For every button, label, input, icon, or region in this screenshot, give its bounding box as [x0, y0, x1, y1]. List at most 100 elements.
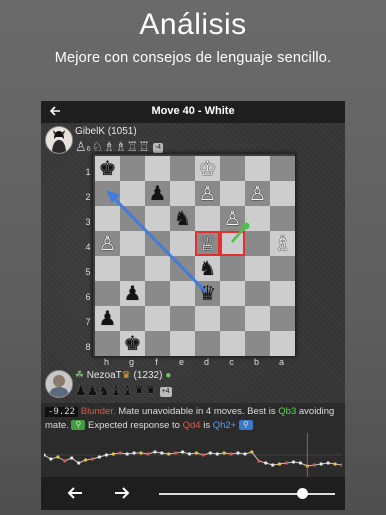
- board-square[interactable]: [95, 256, 120, 281]
- eval-point[interactable]: [187, 452, 192, 456]
- board-square[interactable]: [145, 256, 170, 281]
- eval-point[interactable]: [111, 452, 115, 456]
- board-square[interactable]: [270, 331, 295, 356]
- board-square[interactable]: [95, 181, 120, 206]
- eval-point[interactable]: [56, 455, 60, 459]
- white-pawn-icon[interactable]: ♙: [195, 181, 220, 206]
- black-knight-icon[interactable]: ♞: [195, 256, 220, 281]
- board-square[interactable]: [145, 231, 170, 256]
- eval-point[interactable]: [63, 459, 67, 463]
- eval-point[interactable]: [104, 453, 108, 457]
- black-pawn-icon[interactable]: ♟: [145, 181, 170, 206]
- eval-point[interactable]: [222, 451, 226, 455]
- eval-point[interactable]: [146, 452, 150, 456]
- eval-point[interactable]: [326, 461, 330, 465]
- board-square[interactable]: [145, 206, 170, 231]
- eval-point[interactable]: [167, 452, 171, 456]
- eval-point[interactable]: [291, 460, 296, 464]
- eval-point[interactable]: [118, 451, 122, 455]
- played-move[interactable]: Qd4: [183, 420, 201, 431]
- board-square[interactable]: [220, 156, 245, 181]
- evaluation-graph[interactable]: [44, 433, 342, 477]
- eval-point[interactable]: [194, 451, 199, 455]
- eval-point[interactable]: [139, 451, 143, 455]
- white-queen-icon[interactable]: ♕: [195, 231, 220, 256]
- board-square[interactable]: [120, 206, 145, 231]
- board-square[interactable]: [170, 256, 195, 281]
- board-square[interactable]: [170, 331, 195, 356]
- eval-point[interactable]: [215, 452, 219, 456]
- board-square[interactable]: [145, 306, 170, 331]
- black-queen-icon[interactable]: ♛: [195, 281, 220, 306]
- black-pawn-icon[interactable]: ♟: [120, 281, 145, 306]
- black-pawn-icon[interactable]: ♟: [95, 306, 120, 331]
- board-square[interactable]: [145, 156, 170, 181]
- eval-point[interactable]: [49, 457, 53, 461]
- eval-point[interactable]: [250, 450, 254, 454]
- eval-point[interactable]: [333, 462, 337, 466]
- board-square[interactable]: [245, 331, 270, 356]
- response-move[interactable]: Qh2+: [213, 420, 237, 431]
- eval-point[interactable]: [70, 456, 74, 460]
- board-square[interactable]: [245, 256, 270, 281]
- eval-point[interactable]: [208, 451, 212, 455]
- board-square[interactable]: [145, 331, 170, 356]
- board-square[interactable]: [220, 306, 245, 331]
- white-pawn-icon[interactable]: ♙: [220, 206, 245, 231]
- search-icon[interactable]: ⚲: [71, 420, 86, 431]
- board-square[interactable]: [220, 331, 245, 356]
- board-square[interactable]: [95, 331, 120, 356]
- eval-point[interactable]: [125, 452, 129, 456]
- arrow-right-icon[interactable]: [113, 485, 131, 501]
- eval-point[interactable]: [90, 457, 95, 461]
- board-square[interactable]: [220, 281, 245, 306]
- eval-point[interactable]: [97, 455, 101, 459]
- board-square[interactable]: [270, 256, 295, 281]
- eval-point[interactable]: [153, 450, 157, 454]
- eval-point[interactable]: [84, 458, 88, 462]
- eval-point[interactable]: [278, 462, 282, 466]
- slider-handle[interactable]: [297, 488, 308, 499]
- eval-point[interactable]: [243, 452, 247, 456]
- eval-point[interactable]: [201, 453, 205, 457]
- eval-point[interactable]: [174, 451, 178, 455]
- black-king-icon[interactable]: ♚: [120, 331, 145, 356]
- board-square[interactable]: [270, 156, 295, 181]
- board-square[interactable]: [220, 181, 245, 206]
- board-square[interactable]: [245, 306, 270, 331]
- board-square[interactable]: [145, 281, 170, 306]
- board-square[interactable]: [120, 181, 145, 206]
- board-square[interactable]: [220, 256, 245, 281]
- eval-point[interactable]: [319, 462, 323, 466]
- eval-point[interactable]: [271, 463, 275, 467]
- board-square[interactable]: [270, 281, 295, 306]
- board-square[interactable]: [95, 281, 120, 306]
- eval-point[interactable]: [229, 452, 233, 456]
- eval-point[interactable]: [132, 451, 136, 455]
- avatar[interactable]: [45, 126, 73, 154]
- best-move[interactable]: Qb3: [278, 406, 296, 417]
- board-square[interactable]: [170, 156, 195, 181]
- board-square[interactable]: [120, 306, 145, 331]
- black-knight-icon[interactable]: ♞: [170, 206, 195, 231]
- board-square[interactable]: [270, 306, 295, 331]
- avatar[interactable]: [45, 370, 73, 398]
- board-square[interactable]: [120, 231, 145, 256]
- board-square[interactable]: [195, 306, 220, 331]
- board-square[interactable]: [245, 206, 270, 231]
- board-square[interactable]: [95, 206, 120, 231]
- board-square[interactable]: [170, 281, 195, 306]
- eval-point[interactable]: [298, 461, 302, 465]
- eval-point[interactable]: [160, 451, 164, 455]
- board-square[interactable]: [245, 281, 270, 306]
- arrow-left-icon[interactable]: [66, 485, 84, 501]
- eval-point[interactable]: [77, 461, 81, 465]
- eval-point[interactable]: [285, 461, 289, 465]
- board-square[interactable]: [120, 156, 145, 181]
- board-square[interactable]: [245, 231, 270, 256]
- eval-point[interactable]: [257, 459, 261, 463]
- board-square[interactable]: [270, 206, 295, 231]
- eval-point[interactable]: [181, 450, 185, 454]
- board-square[interactable]: [245, 156, 270, 181]
- white-pawn-icon[interactable]: ♙: [245, 181, 270, 206]
